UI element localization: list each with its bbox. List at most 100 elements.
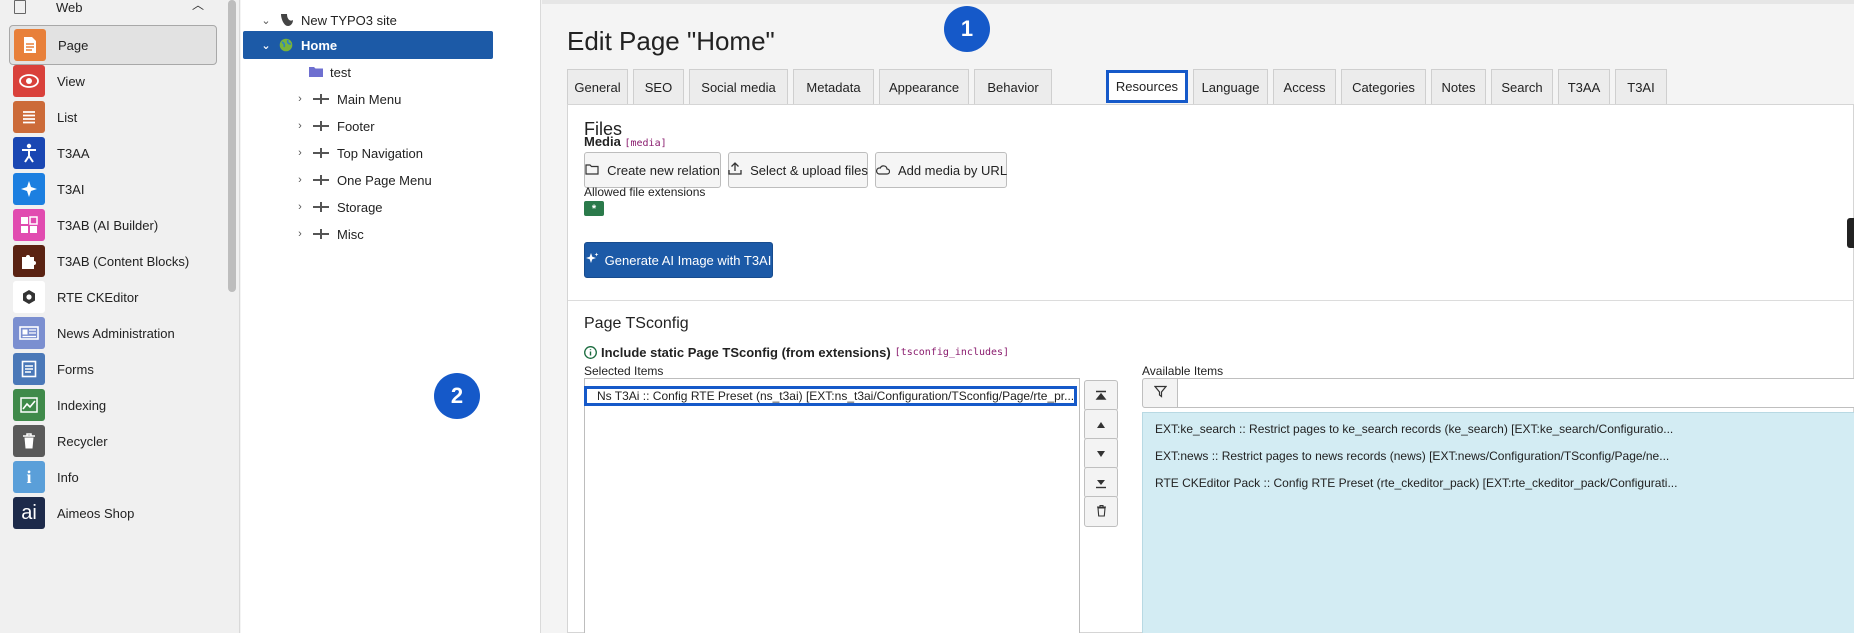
- tree-node-one-page-menu[interactable]: › One Page Menu: [293, 165, 432, 195]
- chevron-right-icon[interactable]: ›: [293, 147, 307, 159]
- folder-open-icon: [585, 163, 599, 178]
- remove-item-button[interactable]: [1084, 496, 1118, 527]
- module-info[interactable]: i Info: [9, 457, 217, 497]
- include-label-text: Include static Page TSconfig (from exten…: [601, 345, 891, 360]
- available-items-filter-input[interactable]: [1177, 378, 1854, 408]
- tab-metadata[interactable]: Metadata: [793, 69, 874, 105]
- document-icon: [14, 0, 26, 14]
- select-upload-files-button[interactable]: Select & upload files: [728, 152, 868, 188]
- available-items-list[interactable]: EXT:ke_search :: Restrict pages to ke_se…: [1142, 412, 1854, 633]
- tree-node-label: Main Menu: [337, 91, 402, 107]
- chevron-right-icon[interactable]: ›: [293, 201, 307, 213]
- module-indexing[interactable]: Indexing: [9, 385, 217, 425]
- panel-scroll-handle[interactable]: [1847, 218, 1854, 248]
- tab-categories[interactable]: Categories: [1341, 69, 1426, 105]
- tab-resources[interactable]: Resources: [1106, 70, 1188, 103]
- tab-general[interactable]: General: [567, 69, 628, 105]
- tab-language[interactable]: Language: [1193, 69, 1268, 105]
- tab-appearance[interactable]: Appearance: [879, 69, 969, 105]
- tree-node-top-navigation[interactable]: › Top Navigation: [293, 138, 423, 168]
- module-list[interactable]: List: [9, 97, 217, 137]
- tree-node-footer[interactable]: › Footer: [293, 111, 375, 141]
- tab-behavior[interactable]: Behavior: [974, 69, 1052, 105]
- filter-icon: [1153, 385, 1167, 401]
- create-new-relation-button[interactable]: Create new relation: [584, 152, 721, 188]
- chevron-right-icon[interactable]: ›: [293, 174, 307, 186]
- separator-icon: [313, 229, 329, 239]
- callout-marker: 2: [434, 373, 480, 419]
- button-label: Create new relation: [607, 162, 720, 178]
- tree-node-test[interactable]: test: [288, 57, 351, 87]
- module-rte-ckeditor[interactable]: RTE CKEditor: [9, 277, 217, 317]
- tab-panel-resources: Files Media [media] Create new relation …: [567, 104, 1854, 633]
- move-to-bottom-button[interactable]: [1084, 467, 1118, 498]
- tab-seo[interactable]: SEO: [633, 69, 684, 105]
- tab-social-media[interactable]: Social media: [689, 69, 788, 105]
- module-view[interactable]: View: [9, 61, 217, 101]
- chevron-right-icon[interactable]: ›: [293, 228, 307, 240]
- module-group-web[interactable]: Web ︿: [14, 0, 214, 15]
- module-aimeos-shop[interactable]: ai Aimeos Shop: [9, 493, 217, 533]
- separator-icon: [313, 121, 329, 131]
- separator-icon: [313, 202, 329, 212]
- forms-icon: [13, 353, 45, 385]
- tree-node-label: Footer: [337, 118, 375, 134]
- t3ab-ai-builder-icon: [13, 209, 45, 241]
- include-static-tsconfig-label: Include static Page TSconfig (from exten…: [584, 345, 1009, 360]
- module-news-administration[interactable]: News Administration: [9, 313, 217, 353]
- typo3-logo-icon: [279, 13, 295, 27]
- module-t3ab-content-blocks[interactable]: T3AB (Content Blocks): [9, 241, 217, 281]
- tab-search[interactable]: Search: [1491, 69, 1553, 105]
- move-down-button[interactable]: [1084, 438, 1118, 469]
- filter-button[interactable]: [1142, 378, 1178, 408]
- module-label: T3AB (Content Blocks): [57, 253, 190, 269]
- indexing-icon: [13, 389, 45, 421]
- tree-node-label: Storage: [337, 199, 383, 215]
- module-label: T3AA: [57, 145, 90, 161]
- tab-t3ai[interactable]: T3AI: [1615, 69, 1667, 105]
- tree-node-misc[interactable]: › Misc: [293, 219, 364, 249]
- move-up-button[interactable]: [1084, 409, 1118, 440]
- module-t3ai[interactable]: T3AI: [9, 169, 217, 209]
- add-media-by-url-button[interactable]: Add media by URL: [875, 152, 1007, 188]
- module-forms[interactable]: Forms: [9, 349, 217, 389]
- module-menu-scrollbar[interactable]: [228, 0, 236, 292]
- tab-t3aa[interactable]: T3AA: [1558, 69, 1610, 105]
- globe-icon: [279, 38, 295, 52]
- tab-access[interactable]: Access: [1273, 69, 1336, 105]
- generate-ai-image-button[interactable]: Generate AI Image with T3AI: [584, 242, 773, 278]
- info-icon: i: [13, 461, 45, 493]
- selected-items-label: Selected Items: [584, 364, 664, 378]
- module-page[interactable]: Page: [9, 25, 217, 65]
- tree-node-label: Home: [301, 37, 338, 53]
- chevron-down-icon[interactable]: ⌄: [259, 39, 273, 52]
- available-item[interactable]: RTE CKEditor Pack :: Config RTE Preset (…: [1155, 476, 1677, 490]
- page-tree: ⌄ New TYPO3 site ⌄ Home test › Main Menu…: [241, 0, 541, 633]
- module-label: Indexing: [57, 397, 107, 413]
- tree-node-storage[interactable]: › Storage: [293, 192, 383, 222]
- recycler-icon: [13, 425, 45, 457]
- available-item[interactable]: EXT:ke_search :: Restrict pages to ke_se…: [1155, 422, 1673, 436]
- section-divider: [568, 300, 1854, 301]
- chevron-right-icon[interactable]: ›: [293, 93, 307, 105]
- tree-node-label: One Page Menu: [337, 172, 432, 188]
- module-label: News Administration: [57, 325, 175, 341]
- chevron-right-icon[interactable]: ›: [293, 120, 307, 132]
- button-label: Generate AI Image with T3AI: [604, 252, 772, 268]
- chevron-down-icon[interactable]: ⌄: [259, 14, 273, 27]
- tab-notes[interactable]: Notes: [1431, 69, 1486, 105]
- selected-items-list[interactable]: [584, 378, 1080, 633]
- module-t3aa[interactable]: T3AA: [9, 133, 217, 173]
- module-label: Page: [58, 37, 89, 53]
- module-label: View: [57, 73, 85, 89]
- chevron-up-icon[interactable]: ︿: [192, 0, 204, 13]
- move-to-top-button[interactable]: [1084, 380, 1118, 411]
- rte-ckeditor-icon: [13, 281, 45, 313]
- module-label: Recycler: [57, 433, 108, 449]
- module-recycler[interactable]: Recycler: [9, 421, 217, 461]
- tree-node-home[interactable]: ⌄ Home: [243, 31, 493, 59]
- available-item[interactable]: EXT:news :: Restrict pages to news recor…: [1155, 449, 1669, 463]
- tree-node-main-menu[interactable]: › Main Menu: [293, 84, 401, 114]
- selected-item[interactable]: Ns T3Ai :: Config RTE Preset (ns_t3ai) […: [584, 386, 1077, 406]
- module-t3ab-ai-builder[interactable]: T3AB (AI Builder): [9, 205, 217, 245]
